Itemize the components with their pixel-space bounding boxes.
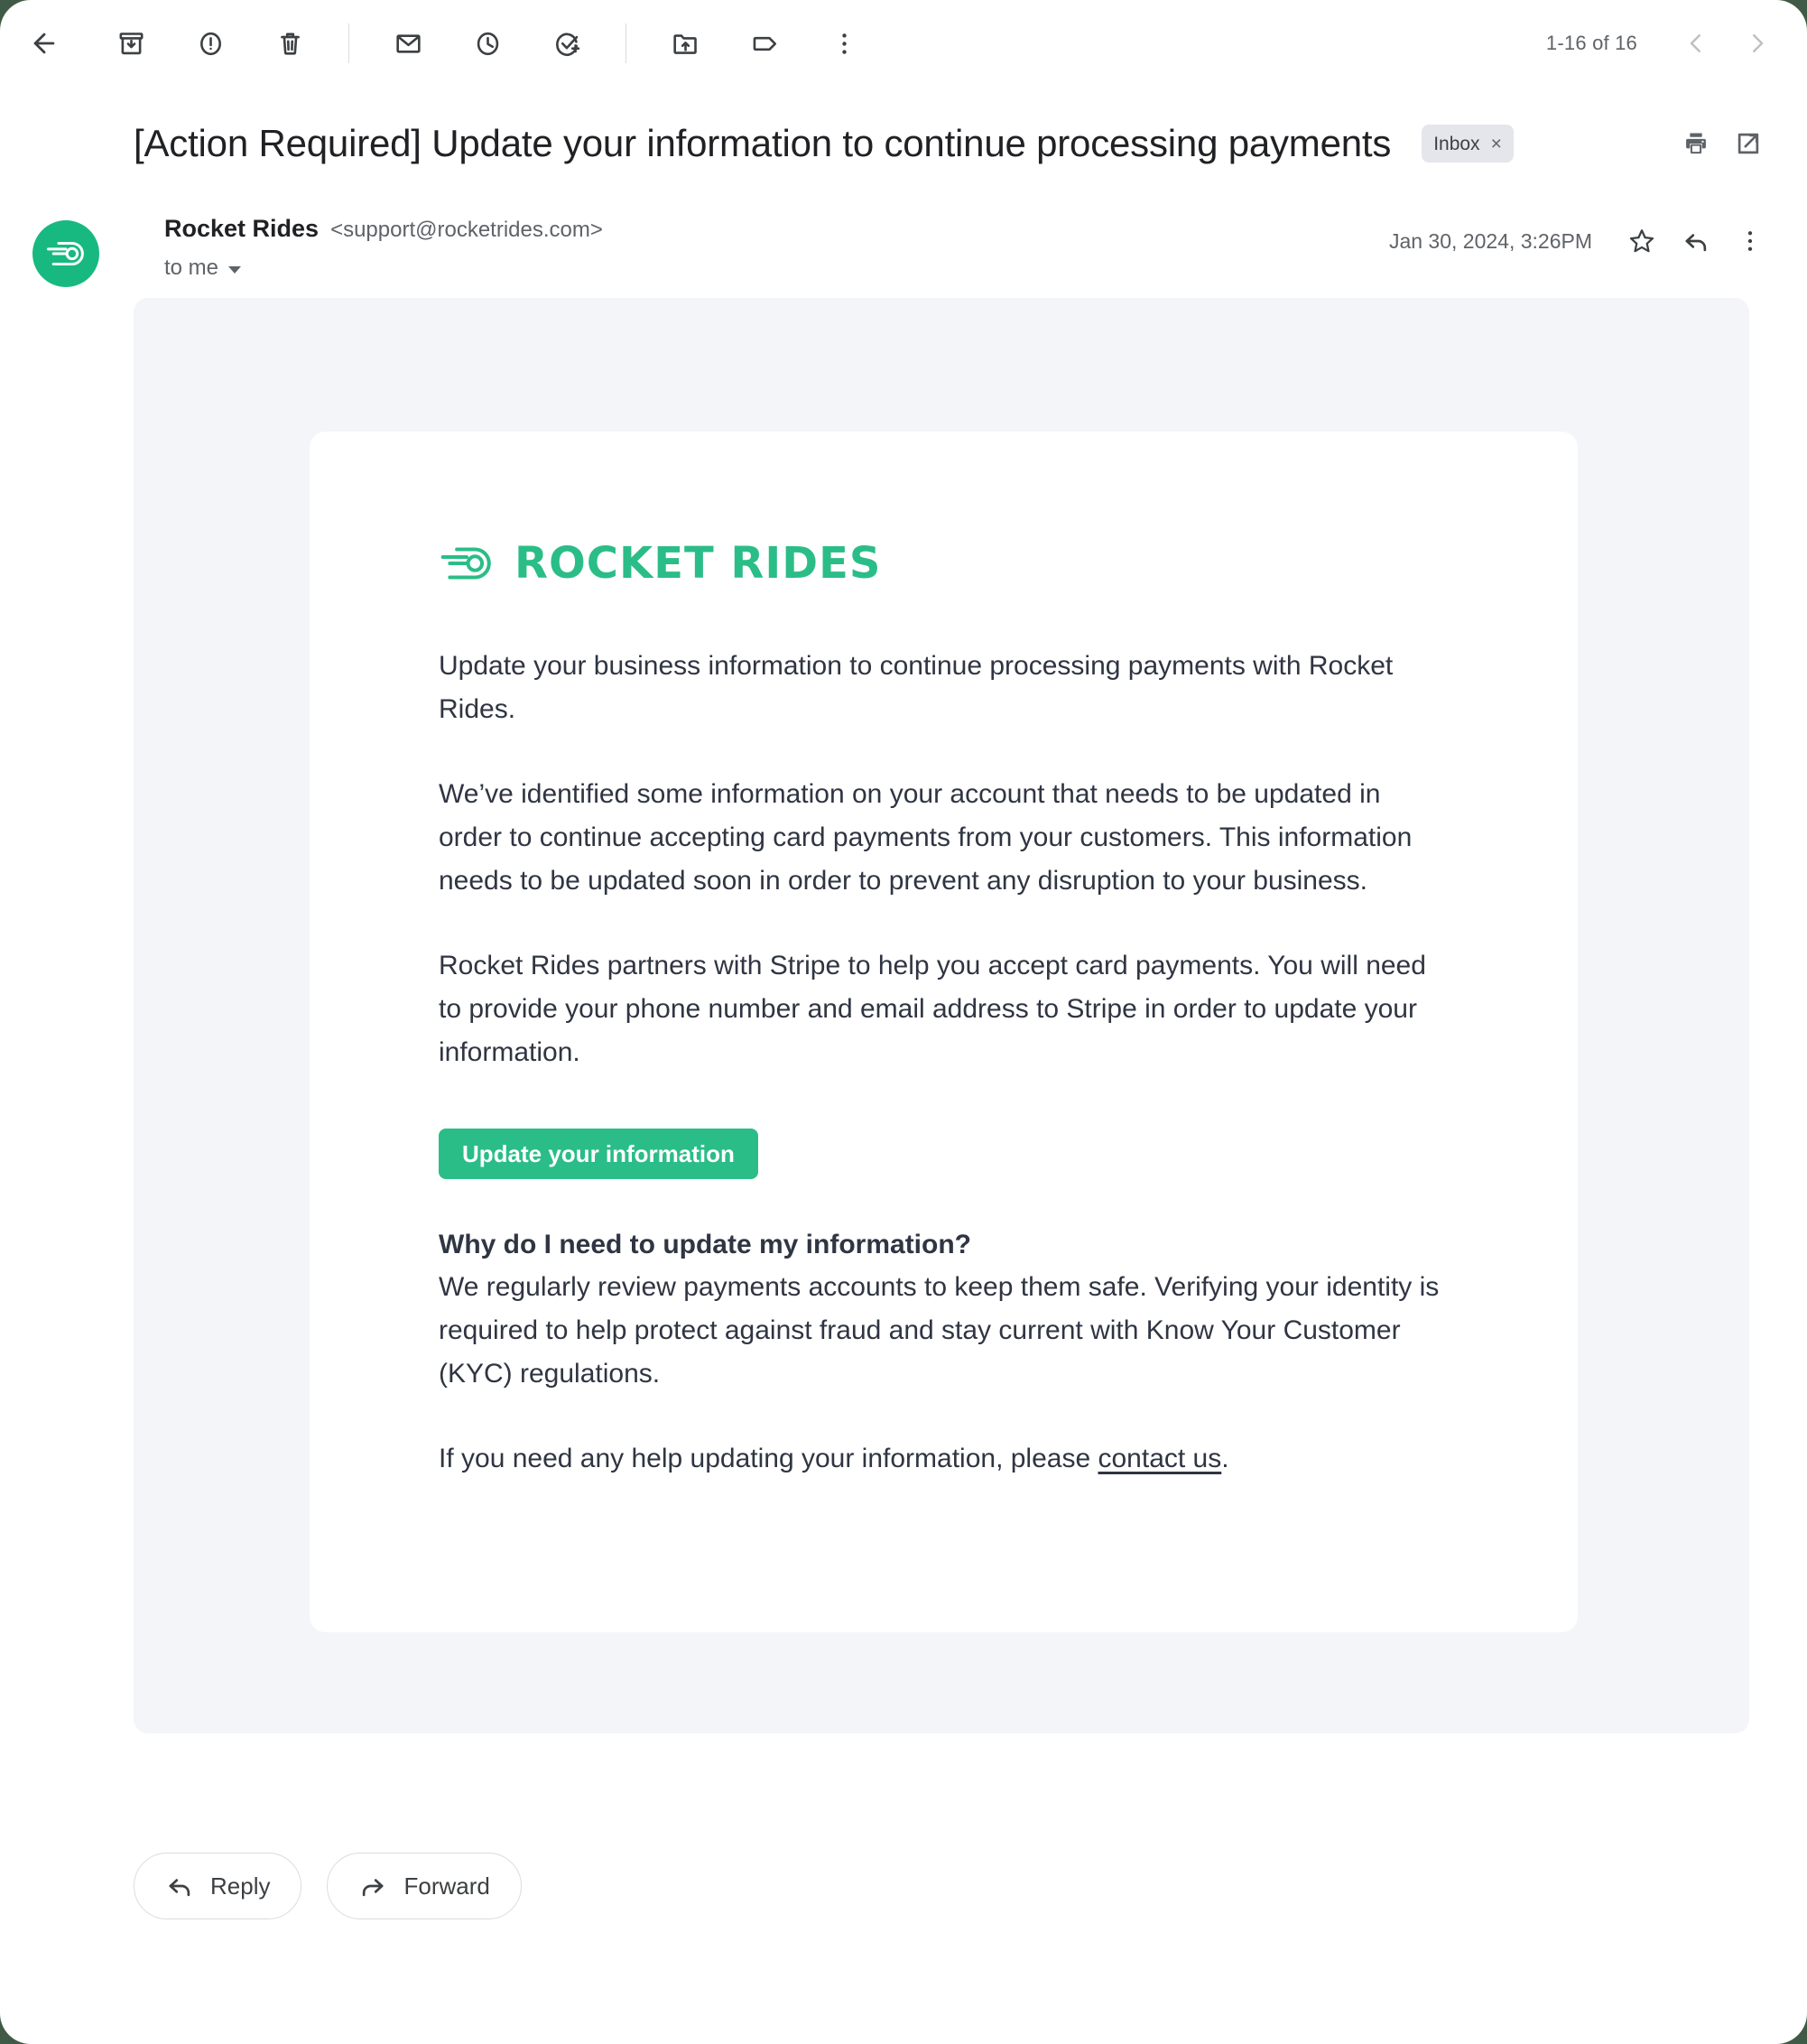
sender-info: Rocket Rides <support@rocketrides.com> t… [164, 215, 1389, 281]
sender-email: <support@rocketrides.com> [330, 218, 603, 242]
email-paragraph-2: We’ve identified some information on you… [439, 779, 1413, 896]
back-arrow-icon[interactable] [16, 15, 72, 71]
reply-icon[interactable] [1672, 217, 1720, 265]
help-line: If you need any help updating your infor… [439, 1437, 1450, 1481]
rocket-rides-logo-icon [440, 547, 491, 580]
message-actions: Jan 30, 2024, 3:26PM [1389, 217, 1775, 265]
help-suffix: . [1221, 1444, 1229, 1473]
inbox-chip-label: Inbox [1433, 133, 1480, 154]
faq-body: We regularly review payments accounts to… [439, 1272, 1440, 1389]
reply-label: Reply [210, 1872, 271, 1900]
open-in-new-window-icon[interactable] [1722, 117, 1775, 170]
chevron-down-icon[interactable] [228, 265, 242, 274]
star-icon[interactable] [1617, 217, 1666, 265]
email-paragraph-3: Rocket Rides partners with Stripe to hel… [439, 951, 1426, 1067]
brand-logo: ROCKET RIDES [439, 538, 1462, 589]
forward-arrow-icon [358, 1872, 387, 1900]
snooze-icon[interactable] [459, 15, 515, 71]
reply-arrow-icon [165, 1872, 194, 1900]
forward-button[interactable]: Forward [327, 1853, 522, 1919]
brand-name: ROCKET RIDES [514, 538, 882, 589]
previous-page-icon[interactable] [1670, 17, 1722, 70]
delete-icon[interactable] [262, 15, 318, 71]
sender-line: Rocket Rides <support@rocketrides.com> [164, 215, 1389, 243]
inbox-label-chip[interactable]: Inbox × [1422, 125, 1514, 163]
email-body-container: ROCKET RIDES Update your business inform… [134, 298, 1749, 1733]
label-icon[interactable] [737, 15, 792, 71]
pagination: 1-16 of 16 [1546, 0, 1784, 87]
sender-name: Rocket Rides [164, 215, 320, 242]
subject-row: [Action Required] Update your informatio… [0, 117, 1807, 170]
next-page-icon[interactable] [1731, 17, 1784, 70]
toolbar-divider [348, 23, 349, 63]
close-icon[interactable]: × [1491, 135, 1502, 153]
email-paragraph-1: Update your business information to cont… [439, 651, 1394, 724]
print-icon[interactable] [1670, 117, 1722, 170]
reply-button[interactable]: Reply [134, 1853, 302, 1919]
help-prefix: If you need any help updating your infor… [439, 1444, 1098, 1473]
recipient-label: to me [164, 256, 219, 280]
report-spam-icon[interactable] [182, 15, 238, 71]
bottom-actions: Reply Forward [134, 1853, 522, 1919]
message-more-options-icon[interactable] [1726, 217, 1775, 265]
archive-icon[interactable] [103, 15, 159, 71]
more-options-icon[interactable] [816, 15, 872, 71]
add-to-tasks-icon[interactable] [539, 15, 595, 71]
move-to-icon[interactable] [657, 15, 713, 71]
contact-us-link[interactable]: contact us [1098, 1444, 1222, 1473]
recipient-line[interactable]: to me [164, 256, 1389, 281]
forward-label: Forward [403, 1872, 490, 1900]
email-card: ROCKET RIDES Update your business inform… [310, 432, 1578, 1632]
mark-unread-icon[interactable] [380, 15, 436, 71]
timestamp: Jan 30, 2024, 3:26PM [1388, 228, 1592, 253]
faq-heading: Why do I need to update my information? [439, 1230, 971, 1259]
message-toolbar: 1-16 of 16 [0, 0, 1807, 87]
gmail-message-view: 1-16 of 16 [Action Required] Update your… [0, 0, 1807, 2044]
update-your-information-button[interactable]: Update your information [439, 1129, 758, 1179]
page-title: [Action Required] Update your informatio… [134, 122, 1392, 164]
pager-count: 1-16 of 16 [1545, 32, 1637, 54]
avatar [32, 220, 99, 287]
